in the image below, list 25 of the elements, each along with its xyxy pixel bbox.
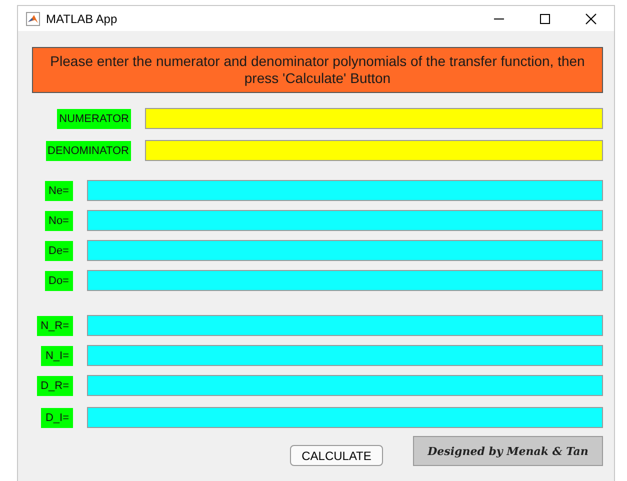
result-field[interactable] xyxy=(87,210,603,231)
field-label: NUMERATOR xyxy=(57,108,131,128)
app-logo-icon xyxy=(26,12,40,26)
field-label: De= xyxy=(44,240,73,260)
window-title: MATLAB App xyxy=(46,12,118,26)
result-field[interactable] xyxy=(87,345,603,366)
field-label: Do= xyxy=(44,270,73,290)
field-label: DENOMINATOR xyxy=(46,140,131,160)
calculate-button[interactable]: CALCULATE xyxy=(290,445,383,466)
result-field[interactable] xyxy=(87,180,603,201)
polynomial-field[interactable] xyxy=(145,140,603,161)
polynomial-field[interactable] xyxy=(145,108,603,129)
result-field[interactable] xyxy=(87,407,603,428)
field-label: Ne= xyxy=(44,180,73,200)
field-label: D_I= xyxy=(41,408,73,428)
result-field[interactable] xyxy=(87,315,603,336)
credit-label: Designed by Menak & Tan xyxy=(413,436,603,466)
field-label: No= xyxy=(44,210,73,230)
field-label: D_R= xyxy=(36,376,73,396)
field-label: N_R= xyxy=(36,316,73,336)
result-field[interactable] xyxy=(87,240,603,261)
result-field[interactable] xyxy=(87,375,603,396)
instruction-banner: Please enter the numerator and denominator polynomials of the transfer function, then press 'Calculate' Button xyxy=(32,47,603,93)
field-label: N_I= xyxy=(41,346,73,366)
result-field[interactable] xyxy=(87,270,603,291)
